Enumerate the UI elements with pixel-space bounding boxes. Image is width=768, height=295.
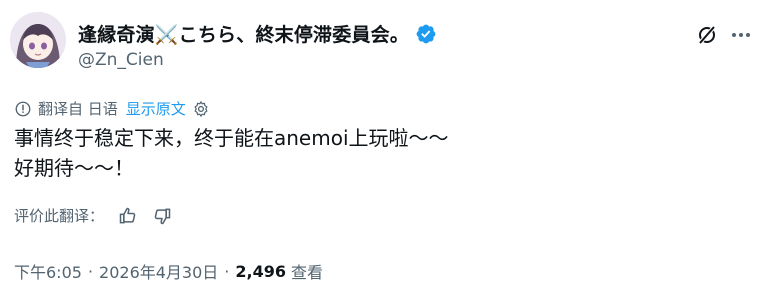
views-count: 2,496 [235,261,286,281]
tweet-text: 事情终于稳定下来，终于能在anemoi上玩啦～～ 好期待～～！ [14,123,449,183]
rate-translation-label: 评价此翻译： [14,207,105,225]
author-display-name[interactable]: 逢縁奇演⚔️こちら、終末停滞委員会。 [78,20,409,47]
settings-icon[interactable] [192,100,210,118]
verified-badge-icon [416,24,436,43]
separator-dot: · [87,261,94,281]
thumbs-down-icon[interactable] [152,206,172,226]
rate-translation: 评价此翻译： [14,205,172,226]
avatar[interactable] [10,12,66,68]
translate-icon [15,101,31,116]
separator-dot: · [224,261,230,281]
grok-icon[interactable] [694,22,720,48]
thumbs-up-icon[interactable] [118,206,138,226]
tweet-line: 好期待～～！ [14,156,134,180]
tweet-date[interactable]: 2026年4月30日 [99,259,218,283]
show-original-link[interactable]: 显示原文 [126,98,186,119]
tweet-line: 事情终于稳定下来，终于能在anemoi上玩啦～～ [14,126,449,150]
tweet-time[interactable]: 下午6:05 [14,259,82,283]
author-handle[interactable]: @Zn_Cien [78,50,164,70]
author-row: 逢縁奇演⚔️こちら、終末停滞委員会。 [78,20,437,47]
more-icon[interactable] [728,22,754,48]
tweet-meta: 下午6:05 · 2026年4月30日 · 2,496 查看 [14,259,323,283]
translation-label: 翻译自 日语 [38,100,118,118]
translation-bar: 翻译自 日语 显示原文 [14,98,210,119]
views-label: 查看 [291,263,324,282]
